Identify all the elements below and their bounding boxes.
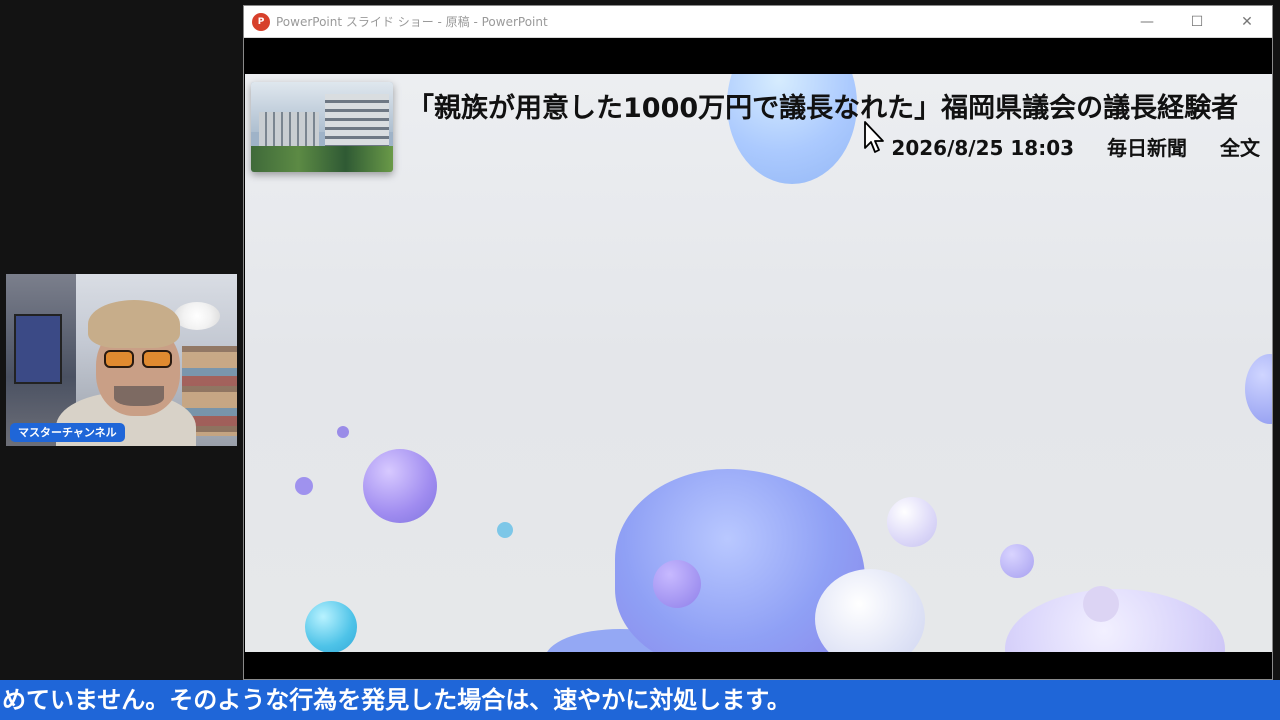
webcam-feed bbox=[6, 274, 237, 446]
window-title: PowerPoint スライド ショー - 原稿 - PowerPoint bbox=[276, 15, 548, 29]
decor-bubble bbox=[337, 426, 349, 438]
decor-bubble bbox=[1245, 354, 1272, 424]
decor-blob bbox=[815, 569, 925, 652]
article-fulltext-label: 全文 bbox=[1220, 136, 1260, 160]
powerpoint-window: P PowerPoint スライド ショー - 原稿 - PowerPoint … bbox=[243, 5, 1273, 680]
decor-bubble bbox=[497, 522, 513, 538]
decor-blob bbox=[1083, 586, 1119, 622]
powerpoint-icon: P bbox=[252, 13, 270, 31]
slide-canvas[interactable]: 「親族が用意した1000万円で議長なれた」福岡県議会の議長経験者 2026/8/… bbox=[245, 74, 1272, 652]
presenter-cap bbox=[88, 300, 180, 348]
presenter-name-tag: マスターチャンネル bbox=[10, 423, 125, 442]
building-photo bbox=[251, 82, 393, 172]
decor-blob bbox=[653, 560, 701, 608]
webcam-poster bbox=[14, 314, 62, 384]
decor-bubble bbox=[887, 497, 937, 547]
minimize-button[interactable]: — bbox=[1124, 6, 1170, 38]
mouse-cursor-icon bbox=[864, 121, 884, 153]
presenter-glasses bbox=[104, 350, 174, 368]
webcam-lamp bbox=[174, 302, 220, 330]
close-button[interactable]: ✕ bbox=[1224, 6, 1270, 38]
article-source: 毎日新聞 bbox=[1107, 136, 1188, 160]
screen: マスターチャンネル P PowerPoint スライド ショー - 原稿 - P… bbox=[0, 0, 1280, 720]
subtitle-caption: めていません。そのような行為を発見した場合は、速やかに対処します。 bbox=[0, 680, 1280, 720]
maximize-button[interactable]: ☐ bbox=[1174, 6, 1220, 38]
article-meta: 2026/8/25 18:03 毎日新聞 全文 bbox=[865, 132, 1260, 161]
decor-bubble bbox=[305, 601, 357, 652]
slide-headline: 「親族が用意した1000万円で議長なれた」福岡県議会の議長経験者 bbox=[407, 93, 1239, 124]
window-titlebar[interactable]: P PowerPoint スライド ショー - 原稿 - PowerPoint … bbox=[244, 6, 1272, 38]
decor-bubble bbox=[295, 477, 313, 495]
article-datetime: 2026/8/25 18:03 bbox=[891, 136, 1075, 160]
presenter-beard bbox=[114, 386, 164, 406]
decor-bubble bbox=[363, 449, 437, 523]
decor-bubble bbox=[1000, 544, 1034, 578]
